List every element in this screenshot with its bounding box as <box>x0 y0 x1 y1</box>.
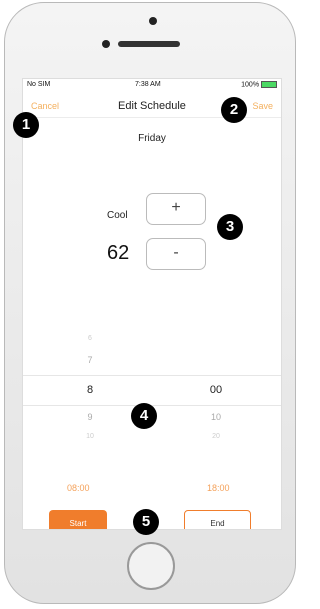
callout-marker-1: 1 <box>13 112 39 138</box>
battery-icon <box>261 81 277 88</box>
minute-selected[interactable]: 00 <box>196 384 236 396</box>
save-button[interactable]: Save <box>252 101 273 111</box>
start-time-label: 08:00 <box>67 483 90 493</box>
speaker-grille <box>118 41 180 47</box>
callout-marker-5: 5 <box>133 509 159 535</box>
end-button[interactable]: End <box>184 510 251 529</box>
hour-option[interactable]: 6 <box>70 335 110 342</box>
decrease-temp-button[interactable]: - <box>146 238 206 270</box>
status-bar: No SIM 7:38 AM 100% <box>23 79 281 91</box>
temperature-value: 62 <box>107 242 130 264</box>
day-label: Friday <box>138 133 166 144</box>
callout-marker-3: 3 <box>217 214 243 240</box>
increase-temp-button[interactable]: + <box>146 193 206 225</box>
hour-option[interactable]: 10 <box>70 433 110 440</box>
mode-label: Cool <box>107 210 128 221</box>
battery-percent: 100% <box>241 81 260 89</box>
carrier-label: No SIM <box>27 81 51 88</box>
picker-divider-top <box>23 375 281 376</box>
battery-indicator: 100% <box>241 81 277 88</box>
hour-option[interactable]: 9 <box>70 412 110 422</box>
callout-marker-2: 2 <box>221 97 247 123</box>
end-time-label: 18:00 <box>207 483 230 493</box>
hour-selected[interactable]: 8 <box>70 384 110 396</box>
sensor-icon <box>102 40 110 48</box>
clock-label: 7:38 AM <box>135 81 161 88</box>
callout-marker-4: 4 <box>131 403 157 429</box>
minute-option[interactable]: 10 <box>196 412 236 422</box>
home-button[interactable] <box>127 542 175 590</box>
hour-option[interactable]: 7 <box>70 355 110 365</box>
camera-icon <box>149 17 157 25</box>
minute-option[interactable]: 20 <box>196 433 236 440</box>
start-button[interactable]: Start <box>49 510 107 529</box>
app-screen: No SIM 7:38 AM 100% Cancel Edit Schedule… <box>22 78 282 530</box>
